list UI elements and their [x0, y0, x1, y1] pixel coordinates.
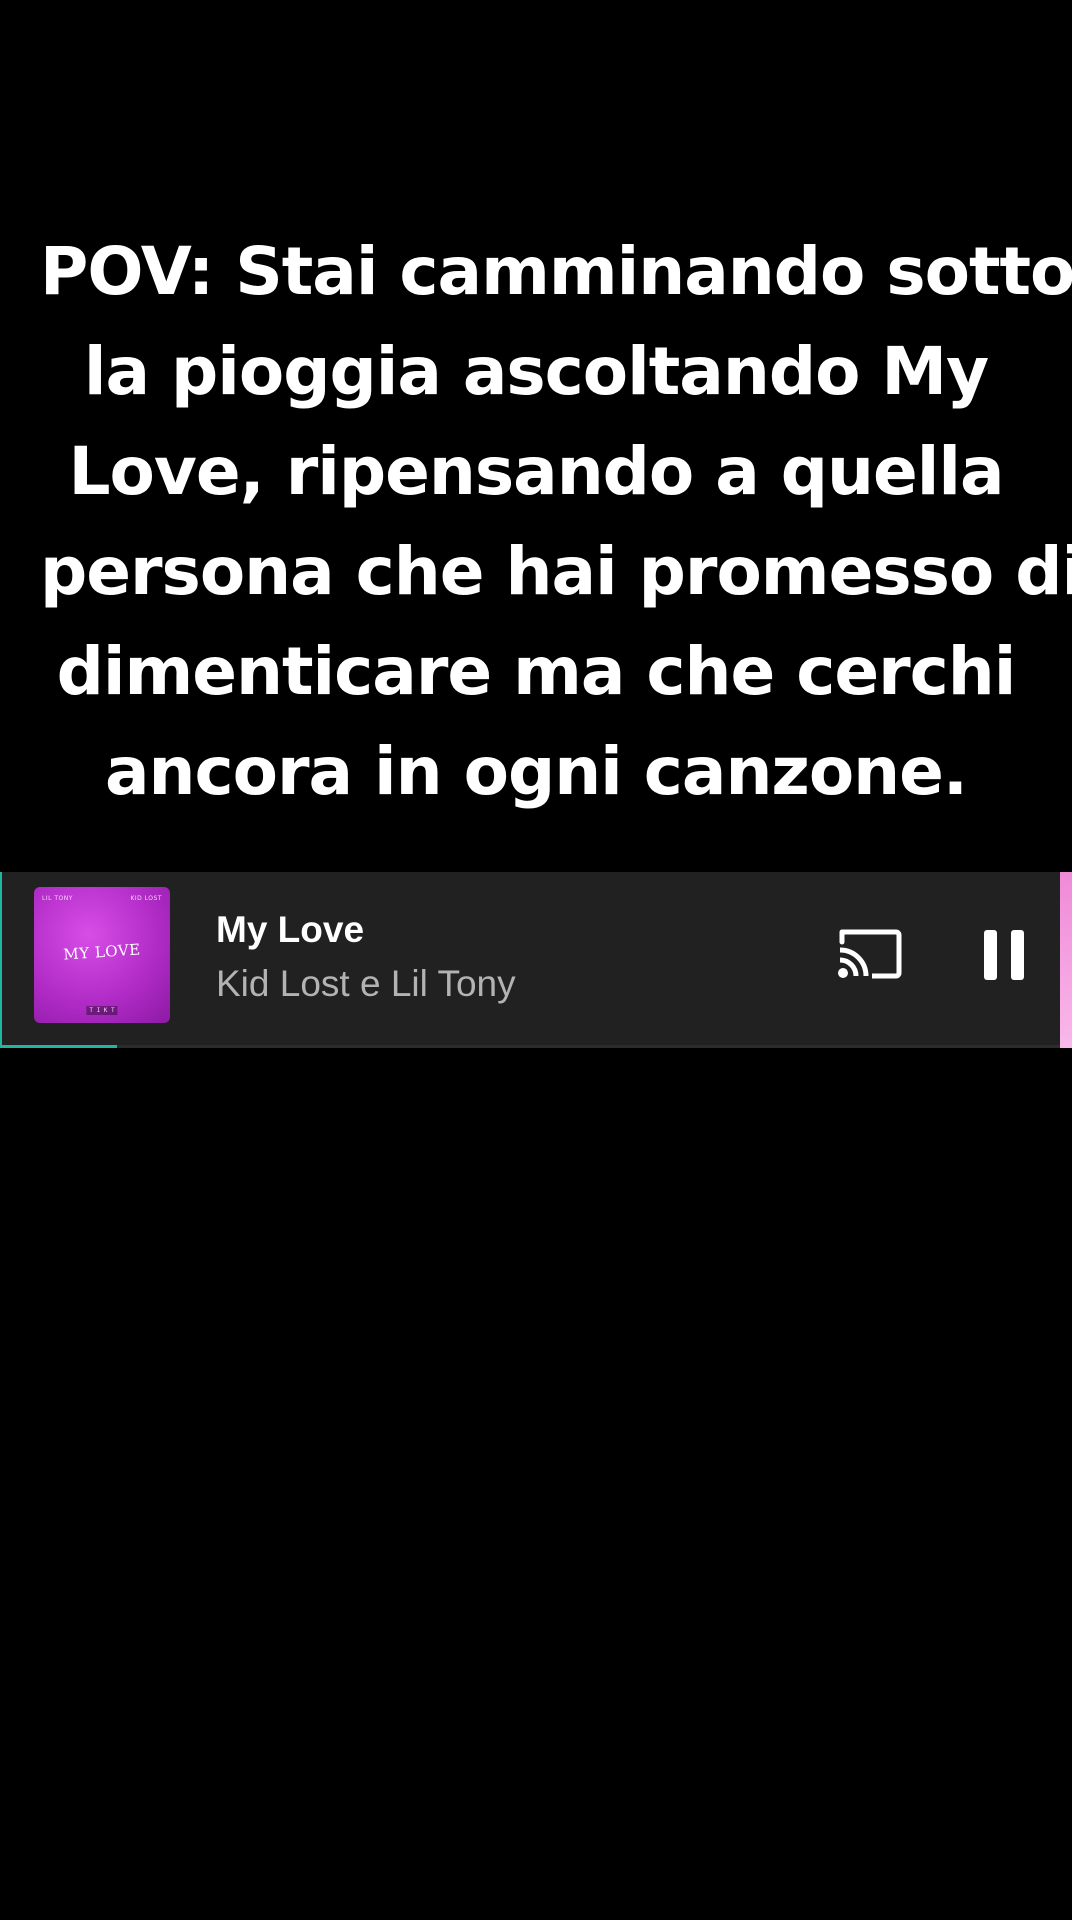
- album-art[interactable]: LIL TONY KID LOST MY LOVE T I K T: [34, 887, 170, 1023]
- album-art-artist-left: LIL TONY: [42, 895, 73, 902]
- track-title[interactable]: My Love: [216, 908, 364, 952]
- album-art-header: LIL TONY KID LOST: [42, 895, 162, 902]
- caption-line: ancora in ogni canzone.: [104, 733, 968, 810]
- pause-icon: [984, 930, 1024, 980]
- track-artist[interactable]: Kid Lost e Lil Tony: [216, 962, 516, 1006]
- caption-text: POV: Stai camminando sotto la pioggia as…: [40, 222, 1072, 822]
- pause-button[interactable]: [982, 928, 1026, 982]
- caption-line: la pioggia ascoltando My: [83, 333, 989, 410]
- album-art-badge: T I K T: [86, 1006, 118, 1015]
- mini-player[interactable]: LIL TONY KID LOST MY LOVE T I K T My Lov…: [0, 872, 1072, 1048]
- caption-line: Love, ripensando a quella: [68, 433, 1004, 510]
- caption-line: POV: Stai camminando sotto: [40, 233, 1072, 310]
- playback-progress-fill: [0, 1045, 117, 1048]
- caption-line: dimenticare ma che cerchi: [56, 633, 1017, 710]
- player-side-edge: [1060, 872, 1072, 1048]
- playback-progress-bar[interactable]: [0, 1045, 1060, 1048]
- player-accent-edge: [0, 872, 2, 1048]
- caption-line: persona che hai promesso di: [40, 533, 1072, 610]
- cast-icon: [838, 929, 902, 979]
- cast-button[interactable]: [836, 926, 902, 982]
- album-art-title: MY LOVE: [62, 940, 142, 964]
- album-art-artist-right: KID LOST: [130, 895, 162, 902]
